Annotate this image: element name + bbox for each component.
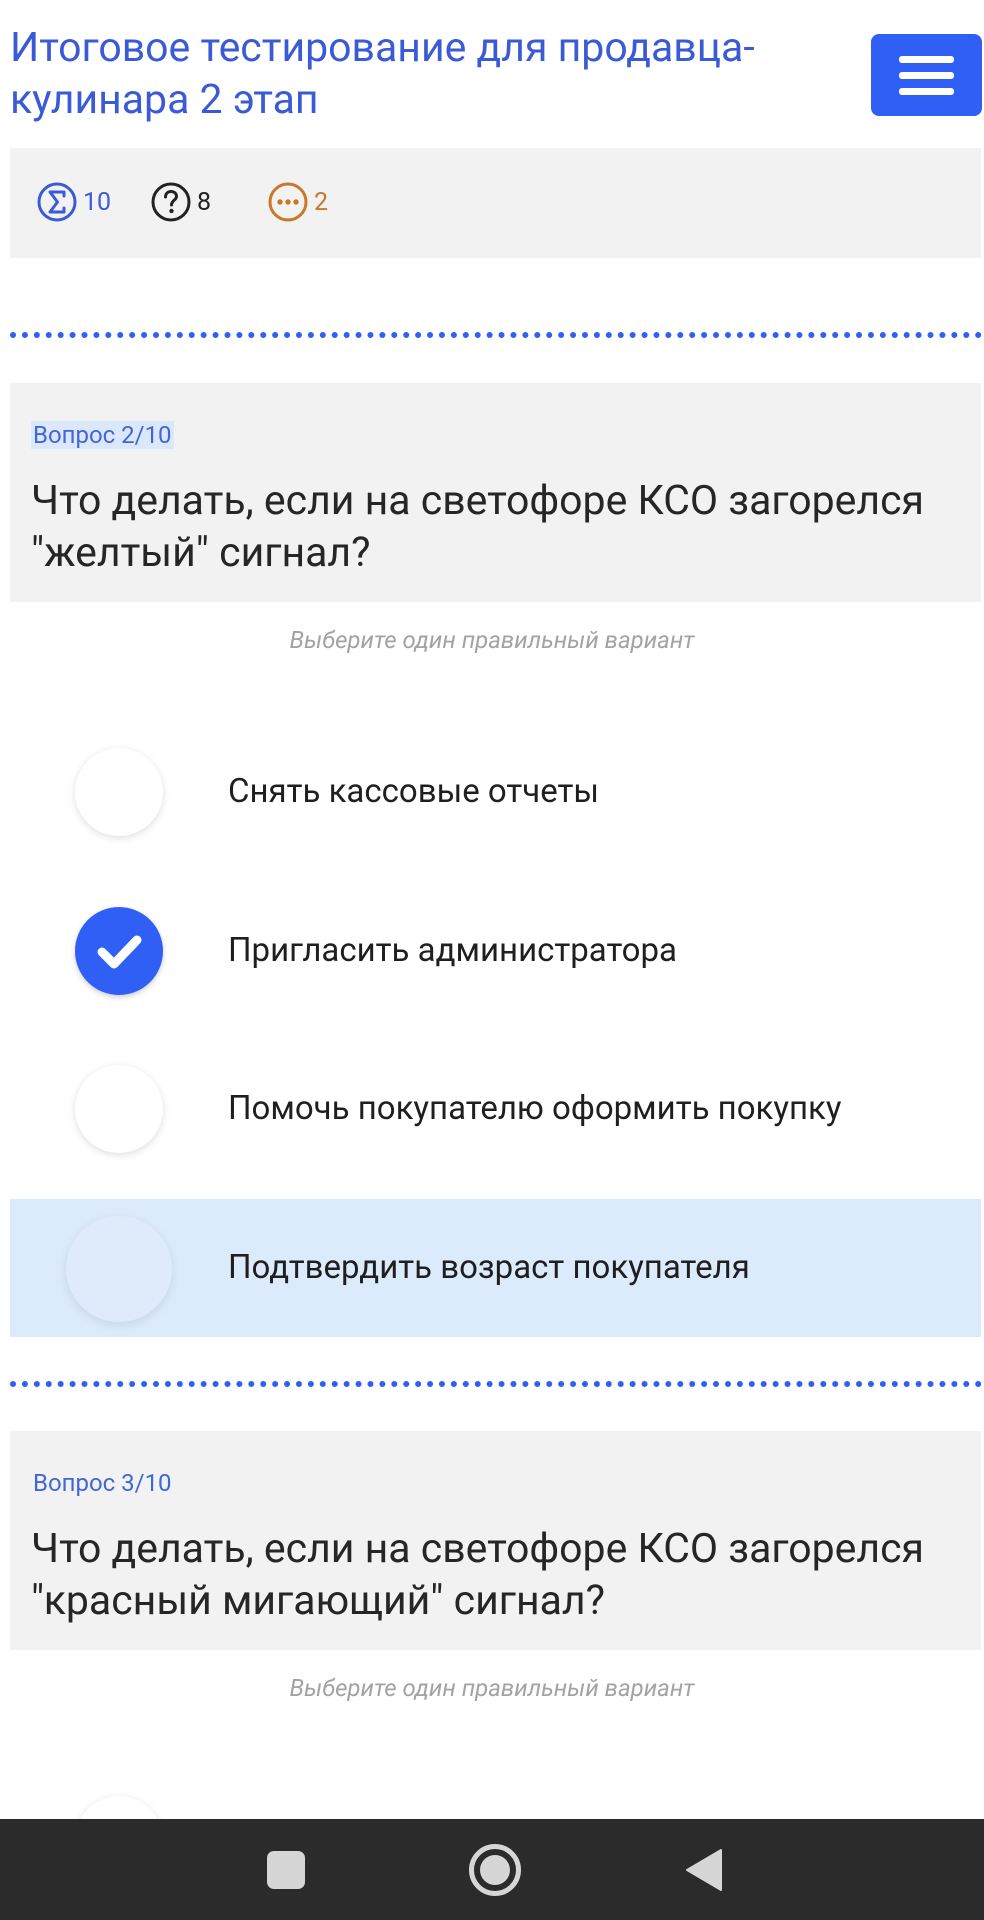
question-hint: Выберите один правильный вариант bbox=[289, 626, 695, 654]
page-title: Итоговое тестирование для продавца-кулин… bbox=[10, 24, 755, 124]
answer-option[interactable]: Снять кассовые отчеты bbox=[10, 723, 981, 861]
stat-total-value: 10 bbox=[83, 187, 112, 217]
stat-pending: 2 bbox=[267, 178, 328, 226]
triangle-back-icon bbox=[686, 1848, 722, 1891]
answer-option[interactable]: Пригласить администратора bbox=[10, 882, 981, 1020]
answer-option-label: Пригласить администратора bbox=[228, 931, 677, 970]
radio-button[interactable] bbox=[66, 1216, 172, 1322]
back-button[interactable] bbox=[654, 1819, 754, 1920]
menu-button[interactable] bbox=[871, 34, 982, 116]
circle-home-icon bbox=[469, 1843, 521, 1896]
question-card: Вопрос 2/10 Что делать, если на светофор… bbox=[10, 383, 981, 602]
question-counter: Вопрос 3/10 bbox=[33, 1469, 172, 1497]
separator bbox=[10, 332, 982, 338]
sigma-icon bbox=[37, 182, 77, 222]
radio-button[interactable] bbox=[75, 1065, 163, 1153]
ellipsis-circle-icon bbox=[268, 182, 308, 222]
question-counter: Вопрос 2/10 bbox=[31, 421, 174, 449]
separator bbox=[10, 1381, 982, 1387]
checkmark-icon bbox=[97, 935, 142, 969]
answer-option-label: Подтвердить возраст покупателя bbox=[228, 1248, 750, 1287]
question-circle-icon bbox=[151, 182, 191, 222]
system-navigation-bar bbox=[0, 1819, 984, 1920]
answer-option-label: Помочь покупателю оформить покупку bbox=[228, 1089, 842, 1128]
stat-answered-value: 8 bbox=[197, 187, 212, 217]
radio-button-checked[interactable] bbox=[75, 907, 163, 995]
question-card: Вопрос 3/10 Что делать, если на светофор… bbox=[10, 1431, 981, 1650]
question-text: Что делать, если на светофоре КСО загоре… bbox=[31, 1525, 925, 1625]
stat-answered: 8 bbox=[150, 178, 211, 226]
stat-total: 10 bbox=[36, 178, 111, 226]
question-text: Что делать, если на светофоре КСО загоре… bbox=[31, 477, 925, 577]
stat-pending-value: 2 bbox=[314, 187, 329, 217]
answer-option-highlighted[interactable]: Подтвердить возраст покупателя bbox=[10, 1199, 981, 1337]
stats-panel: 10 8 2 bbox=[10, 148, 981, 258]
square-recents-icon bbox=[267, 1850, 305, 1889]
question-hint: Выберите один правильный вариант bbox=[289, 1674, 695, 1702]
answer-option-label: Снять кассовые отчеты bbox=[228, 772, 600, 811]
header: Итоговое тестирование для продавца-кулин… bbox=[0, 0, 984, 140]
home-button[interactable] bbox=[445, 1819, 545, 1920]
radio-button[interactable] bbox=[75, 748, 163, 836]
answer-option[interactable]: Помочь покупателю оформить покупку bbox=[10, 1040, 981, 1178]
recents-button[interactable] bbox=[236, 1819, 336, 1920]
